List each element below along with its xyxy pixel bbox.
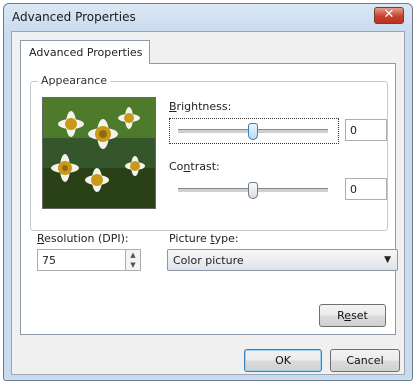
resolution-input[interactable]: 75	[37, 249, 126, 271]
contrast-value-field[interactable]: 0	[345, 178, 387, 200]
chevron-down-icon: ▼	[384, 255, 391, 265]
picture-type-label: Picture type:	[169, 232, 239, 245]
spin-down-icon[interactable]: ▼	[126, 260, 140, 270]
dialog-window: Advanced Properties ✕ Advanced Propertie…	[3, 3, 413, 381]
dialog-client-area: Advanced Properties Appearance Brightnes…	[11, 31, 405, 375]
brightness-label: Brightness:	[169, 100, 232, 113]
ok-button[interactable]: OK	[244, 349, 322, 372]
brightness-value: 0	[350, 124, 357, 137]
resolution-spinner[interactable]: ▲ ▼	[125, 249, 141, 271]
close-button[interactable]: ✕	[374, 7, 404, 24]
window-title: Advanced Properties	[12, 10, 136, 24]
spin-up-icon[interactable]: ▲	[126, 250, 140, 260]
flower-preview-picture	[43, 98, 155, 208]
title-bar[interactable]: Advanced Properties ✕	[4, 4, 412, 30]
contrast-label: Contrast:	[169, 160, 220, 173]
brightness-slider-thumb[interactable]	[248, 123, 258, 140]
contrast-value: 0	[350, 183, 357, 196]
close-icon: ✕	[383, 7, 395, 22]
tab-advanced-properties[interactable]: Advanced Properties	[20, 40, 150, 64]
tab-label: Advanced Properties	[29, 46, 143, 59]
appearance-group-title: Appearance	[38, 74, 111, 87]
resolution-value: 75	[42, 254, 56, 267]
contrast-slider-thumb[interactable]	[248, 182, 258, 199]
reset-button[interactable]: Reset	[319, 304, 386, 327]
picture-type-select[interactable]: Color picture ▼	[167, 249, 398, 271]
picture-type-value: Color picture	[173, 254, 244, 267]
cancel-button[interactable]: Cancel	[330, 349, 400, 372]
resolution-label: Resolution (DPI):	[37, 232, 129, 245]
brightness-value-field[interactable]: 0	[345, 119, 387, 141]
preview-image	[42, 97, 156, 209]
